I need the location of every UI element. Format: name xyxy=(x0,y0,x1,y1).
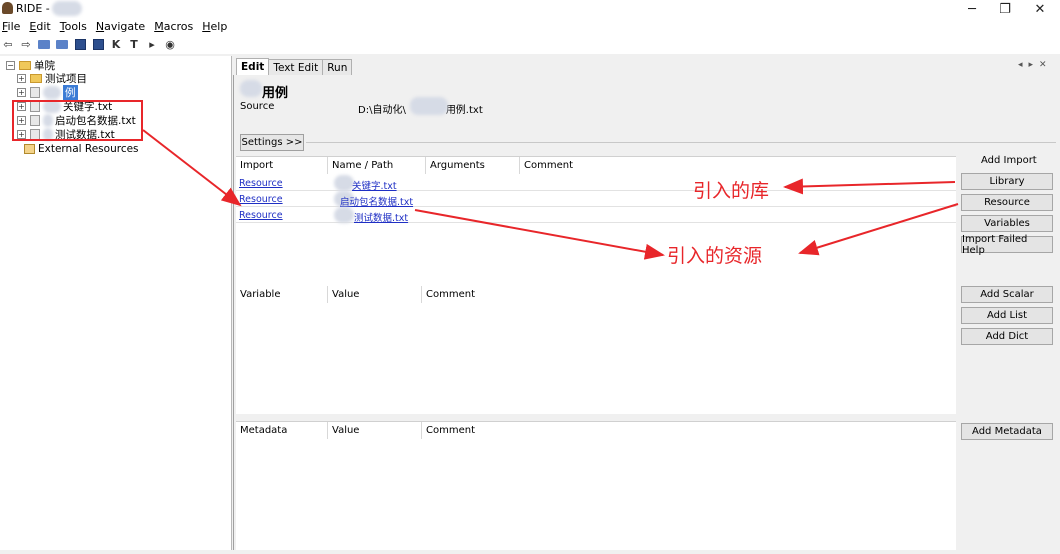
resource-annotation: 引入的资源 xyxy=(667,245,763,267)
arrow-library xyxy=(783,178,956,195)
annotation-arrows xyxy=(142,129,959,260)
arrow-resources xyxy=(414,209,665,260)
library-annotation: 引入的库 xyxy=(693,180,770,202)
arrow-tree-to-imports xyxy=(142,129,242,207)
arrow-resource-button xyxy=(798,203,959,256)
